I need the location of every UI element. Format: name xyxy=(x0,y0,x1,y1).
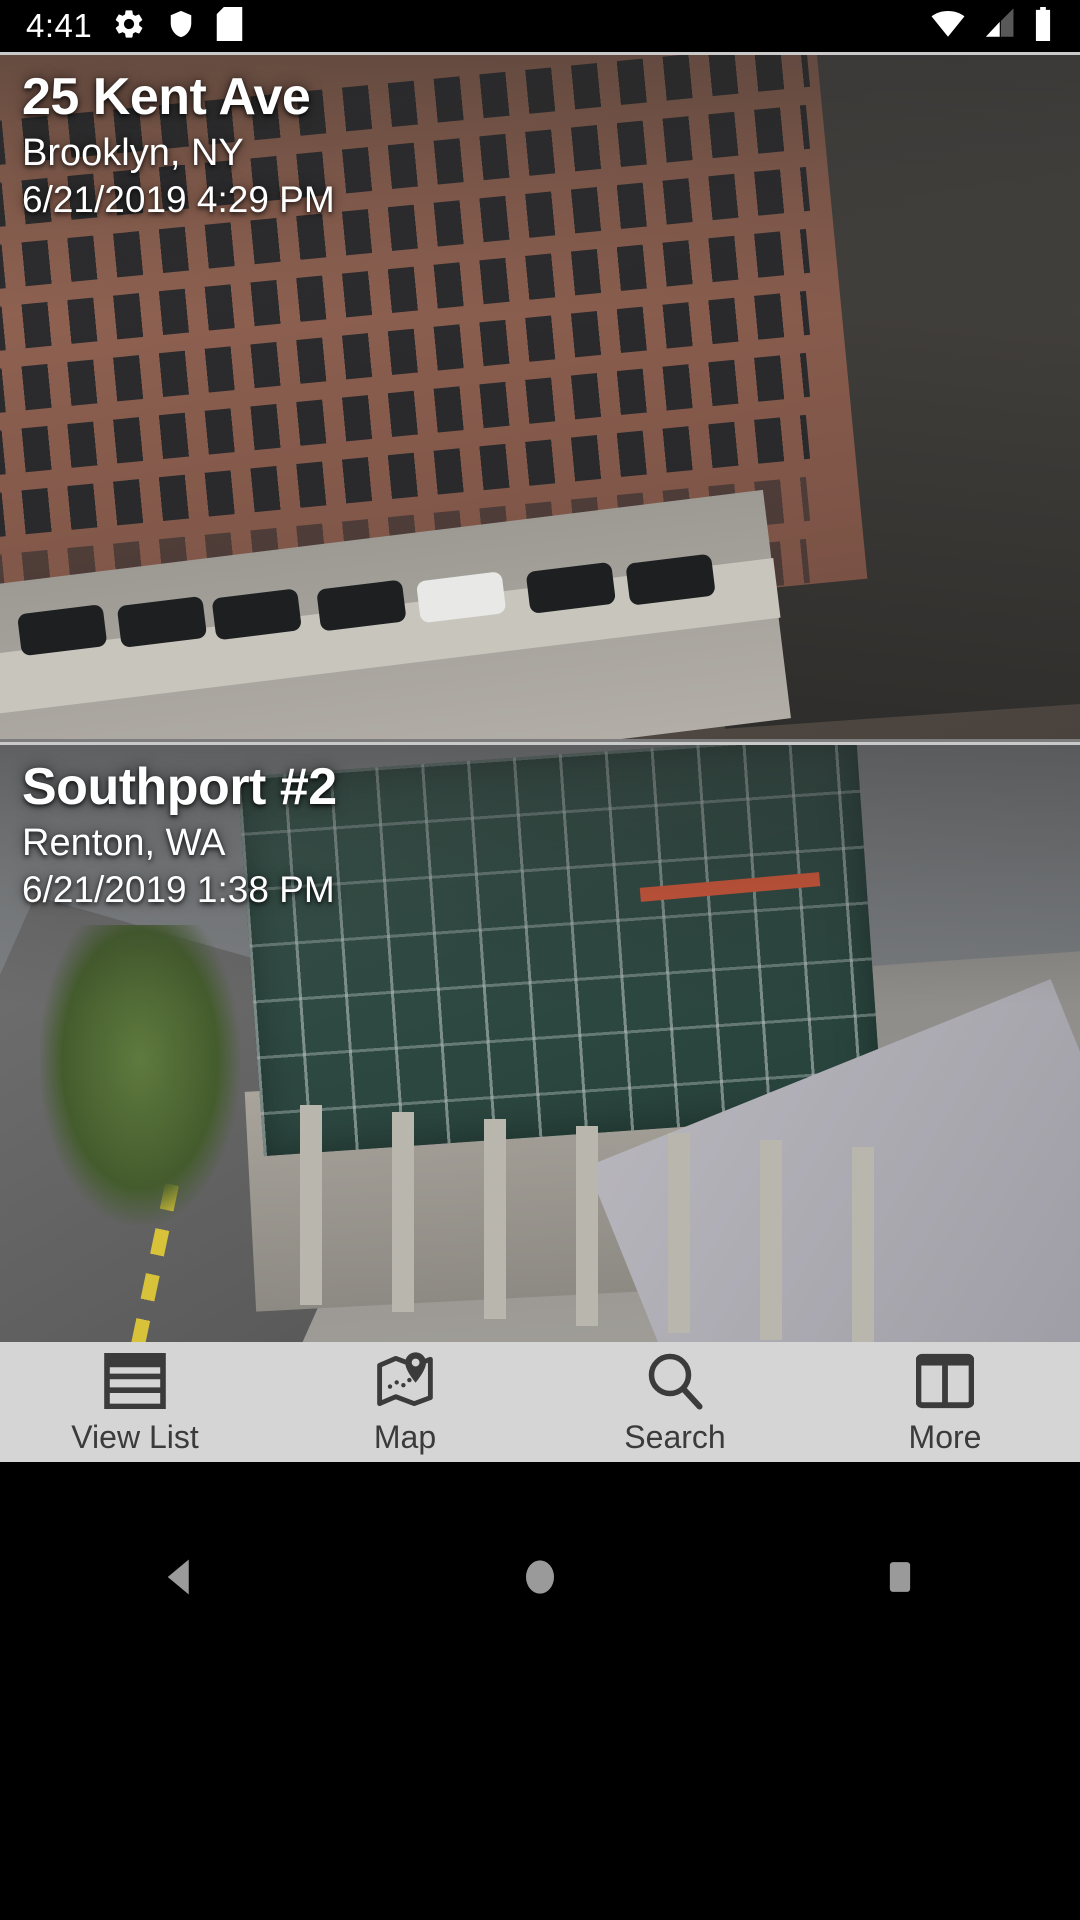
tab-label: View List xyxy=(71,1418,199,1455)
status-bar: 4:41 xyxy=(0,0,1080,52)
project-location: Renton, WA xyxy=(22,822,226,865)
triangle-back-icon xyxy=(159,1554,201,1605)
project-info: 25 Kent Ave Brooklyn, NY 6/21/2019 4:29 … xyxy=(22,69,1060,222)
system-navigation-bar xyxy=(0,1462,1080,1920)
tab-label: More xyxy=(908,1418,982,1455)
status-bar-clock: 4:41 xyxy=(26,7,93,44)
battery-icon xyxy=(1032,6,1054,46)
tab-more[interactable]: More xyxy=(810,1342,1080,1462)
project-list[interactable]: 25 Kent Ave Brooklyn, NY 6/21/2019 4:29 … xyxy=(0,52,1080,1342)
nav-recents-button[interactable] xyxy=(840,1534,960,1624)
app-root: 4:41 25 Kent Ave Brooklyn, NY 6/21/2019 … xyxy=(0,0,1080,1920)
bottom-tab-bar: View List Map Search More xyxy=(0,1342,1080,1462)
wifi-icon xyxy=(928,7,968,46)
project-timestamp: 6/21/2019 1:38 PM xyxy=(22,868,335,910)
project-title: 25 Kent Ave xyxy=(22,68,311,126)
list-item[interactable]: 25 Kent Ave Brooklyn, NY 6/21/2019 4:29 … xyxy=(0,52,1080,742)
tab-map[interactable]: Map xyxy=(270,1342,540,1462)
tab-search[interactable]: Search xyxy=(540,1342,810,1462)
square-recents-icon xyxy=(881,1554,919,1605)
panel-columns-icon xyxy=(916,1349,974,1413)
shield-icon xyxy=(166,7,196,46)
project-info: Southport #2 Renton, WA 6/21/2019 1:38 P… xyxy=(22,759,1060,912)
sd-card-icon xyxy=(216,6,243,46)
project-location: Brooklyn, NY xyxy=(22,132,244,175)
cell-signal-icon xyxy=(982,7,1018,46)
tab-label: Search xyxy=(624,1418,726,1455)
tab-label: Map xyxy=(373,1418,437,1455)
tab-view-list[interactable]: View List xyxy=(0,1342,270,1462)
nav-home-button[interactable] xyxy=(480,1534,600,1624)
settings-gear-icon xyxy=(112,7,146,46)
list-item[interactable]: Southport #2 Renton, WA 6/21/2019 1:38 P… xyxy=(0,742,1080,1342)
status-bar-left: 4:41 xyxy=(26,6,243,46)
circle-home-icon xyxy=(520,1554,560,1605)
status-bar-right xyxy=(928,6,1054,46)
magnifier-icon xyxy=(645,1349,705,1413)
nav-back-button[interactable] xyxy=(120,1534,240,1624)
list-rows-icon xyxy=(104,1349,166,1413)
project-timestamp: 6/21/2019 4:29 PM xyxy=(22,178,335,220)
map-pin-icon xyxy=(373,1349,437,1413)
project-title: Southport #2 xyxy=(22,758,337,816)
